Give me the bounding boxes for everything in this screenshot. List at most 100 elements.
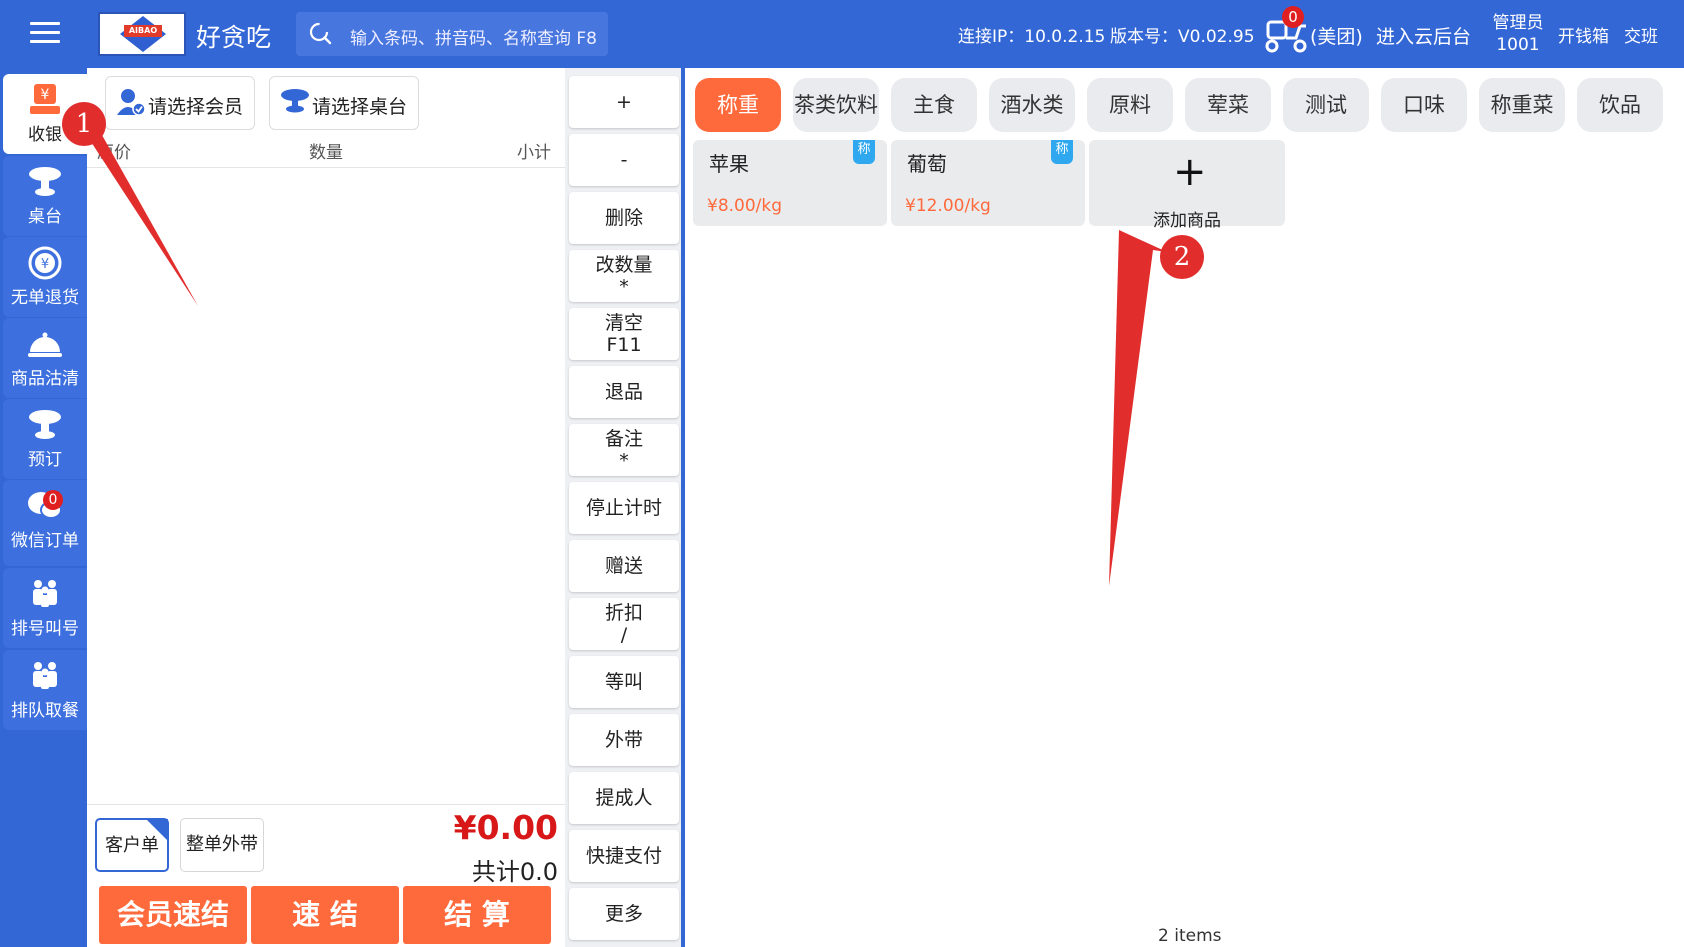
more-button[interactable]: 更多 bbox=[569, 888, 679, 940]
side-navigation: ¥ 收银 桌台 ¥ 无单退货 商品沽清 预订 0 微信订单 排号叫号 排队取餐 bbox=[0, 68, 87, 947]
tab-category-weighed-dishes[interactable]: 称重菜 bbox=[1479, 78, 1565, 132]
pos-cashier-screen: AIBAO 好贪吃 输入条码、拼音码、名称查询 F8 连接IP：10.0.2.1… bbox=[0, 0, 1684, 947]
app-title: 好贪吃 bbox=[196, 23, 272, 52]
order-table-header: 原价 数量 小计 bbox=[87, 138, 565, 168]
top-bar: AIBAO 好贪吃 输入条码、拼音码、名称查询 F8 连接IP：10.0.2.1… bbox=[0, 0, 1684, 68]
gift-button[interactable]: 赠送 bbox=[569, 540, 679, 592]
stop-timer-button[interactable]: 停止计时 bbox=[569, 482, 679, 534]
plus-icon: + bbox=[1173, 149, 1207, 195]
customer-order-toggle[interactable]: 客户单 ✓ bbox=[95, 818, 169, 872]
admin-role: 管理员 bbox=[1492, 13, 1544, 33]
add-product-label: 添加商品 bbox=[1153, 211, 1221, 231]
quick-checkout-button[interactable]: 速 结 bbox=[251, 886, 399, 944]
table-icon bbox=[29, 167, 61, 196]
delivery-count-badge: 0 bbox=[1282, 6, 1304, 28]
nav-label-wechat-orders: 微信订单 bbox=[11, 531, 79, 551]
member-icon bbox=[117, 89, 146, 116]
people-icon bbox=[33, 580, 57, 607]
nav-label-reservation: 预订 bbox=[28, 450, 62, 470]
nav-label-queue-pickup: 排队取餐 bbox=[11, 701, 79, 721]
cashier-icon: ¥ bbox=[30, 84, 60, 114]
tab-category-beverages[interactable]: 饮品 bbox=[1577, 78, 1663, 132]
takeout-button[interactable]: 外带 bbox=[569, 714, 679, 766]
delivery-platform-label[interactable]: (美团) bbox=[1310, 22, 1363, 49]
return-item-button[interactable]: 退品 bbox=[569, 366, 679, 418]
nav-item-tables[interactable]: 桌台 bbox=[3, 156, 87, 236]
tab-category-staple[interactable]: 主食 bbox=[891, 78, 977, 132]
hold-button[interactable]: 等叫 bbox=[569, 656, 679, 708]
search-icon bbox=[309, 22, 332, 45]
member-quick-checkout-button[interactable]: 会员速结 bbox=[99, 886, 247, 944]
quick-pay-button[interactable]: 快捷支付 bbox=[569, 830, 679, 882]
product-card[interactable]: 苹果 称 ¥8.00/kg bbox=[693, 140, 887, 226]
col-original-price: 原价 bbox=[97, 143, 131, 163]
search-input[interactable]: 输入条码、拼音码、名称查询 F8 bbox=[296, 12, 608, 56]
annotation-marker-2: 2 bbox=[1160, 235, 1204, 279]
version-label: 版本号：V0.02.95 bbox=[1110, 27, 1255, 47]
refund-icon: ¥ bbox=[28, 246, 62, 280]
col-subtotal: 小计 bbox=[517, 143, 551, 163]
table-icon bbox=[281, 89, 309, 113]
increase-button[interactable]: + bbox=[569, 76, 679, 128]
product-price: ¥8.00/kg bbox=[707, 196, 783, 216]
discount-button[interactable]: 折扣 / bbox=[569, 598, 679, 650]
total-amount: ¥0.00 bbox=[453, 808, 558, 847]
col-quantity: 数量 bbox=[309, 143, 343, 163]
product-name: 葡萄 bbox=[907, 152, 947, 176]
nav-item-queue-call[interactable]: 排号叫号 bbox=[3, 568, 87, 648]
nav-label-refund: 无单退货 bbox=[11, 288, 79, 308]
hamburger-menu-icon[interactable] bbox=[30, 22, 60, 46]
cloche-icon bbox=[28, 332, 62, 357]
annotation-arrow-2 bbox=[1109, 230, 1167, 586]
tab-category-ingredients[interactable]: 原料 bbox=[1087, 78, 1173, 132]
admin-id: 1001 bbox=[1496, 35, 1540, 55]
tab-category-meat[interactable]: 荤菜 bbox=[1185, 78, 1271, 132]
total-count: 共计0.0 bbox=[471, 858, 558, 886]
product-name: 苹果 bbox=[709, 152, 749, 176]
tab-category-alcohol[interactable]: 酒水类 bbox=[989, 78, 1075, 132]
annotation-marker-1: 1 bbox=[62, 102, 106, 146]
people-icon bbox=[33, 662, 57, 689]
function-buttons: + - 删除 改数量 * 清空 F11 退品 备注 * 停止计时 赠送 折扣 / 等叫 … bbox=[565, 68, 685, 947]
select-table-button[interactable]: 请选择桌台 bbox=[269, 76, 419, 130]
tab-category-flavor[interactable]: 口味 bbox=[1381, 78, 1467, 132]
cloud-backend-link[interactable]: 进入云后台 bbox=[1376, 22, 1471, 49]
category-tabs: 称重 茶类饮料 主食 酒水类 原料 荤菜 测试 口味 称重菜 饮品 bbox=[689, 68, 1684, 140]
product-card[interactable]: 葡萄 称 ¥12.00/kg bbox=[891, 140, 1085, 226]
shift-handover-button[interactable]: 交班 bbox=[1624, 22, 1658, 47]
nav-label-queue-call: 排号叫号 bbox=[11, 619, 79, 639]
nav-item-refund[interactable]: ¥ 无单退货 bbox=[3, 237, 87, 317]
wechat-order-badge: 0 bbox=[43, 490, 63, 510]
delete-button[interactable]: 删除 bbox=[569, 192, 679, 244]
select-member-button[interactable]: 请选择会员 bbox=[105, 76, 255, 130]
nav-item-reservation[interactable]: 预订 bbox=[3, 399, 87, 479]
commission-button[interactable]: 提成人 bbox=[569, 772, 679, 824]
svg-text:¥: ¥ bbox=[41, 87, 50, 103]
tab-category-weighing[interactable]: 称重 bbox=[695, 78, 781, 132]
add-product-button[interactable]: + 添加商品 bbox=[1089, 140, 1285, 231]
open-cash-drawer-button[interactable]: 开钱箱 bbox=[1558, 22, 1609, 47]
connection-ip: 连接IP：10.0.2.15 bbox=[958, 27, 1106, 47]
nav-item-sold-out[interactable]: 商品沽清 bbox=[3, 318, 87, 398]
items-count: 2 items bbox=[1158, 926, 1222, 946]
clear-button[interactable]: 清空 F11 bbox=[569, 308, 679, 360]
remark-button[interactable]: 备注 * bbox=[569, 424, 679, 476]
whole-takeout-label: 整单外带 bbox=[186, 834, 258, 855]
search-placeholder: 输入条码、拼音码、名称查询 F8 bbox=[350, 29, 597, 49]
whole-takeout-toggle[interactable]: 整单外带 bbox=[180, 818, 264, 872]
reservation-icon bbox=[29, 410, 61, 439]
tab-category-test[interactable]: 测试 bbox=[1283, 78, 1369, 132]
checkmark-icon: ✓ bbox=[154, 837, 165, 851]
select-table-label: 请选择桌台 bbox=[312, 96, 408, 118]
nav-label-sold-out: 商品沽清 bbox=[11, 369, 79, 389]
nav-item-queue-pickup[interactable]: 排队取餐 bbox=[3, 650, 87, 730]
select-member-label: 请选择会员 bbox=[148, 96, 244, 118]
decrease-button[interactable]: - bbox=[569, 134, 679, 186]
tab-category-tea-drinks[interactable]: 茶类饮料 bbox=[793, 78, 879, 132]
nav-item-wechat-orders[interactable]: 0 微信订单 bbox=[3, 480, 87, 566]
checkout-button[interactable]: 结 算 bbox=[403, 886, 551, 944]
admin-info: 管理员 1001 bbox=[1488, 12, 1548, 56]
nav-label-tables: 桌台 bbox=[28, 207, 62, 227]
product-price: ¥12.00/kg bbox=[905, 196, 991, 216]
change-quantity-button[interactable]: 改数量 * bbox=[569, 250, 679, 302]
